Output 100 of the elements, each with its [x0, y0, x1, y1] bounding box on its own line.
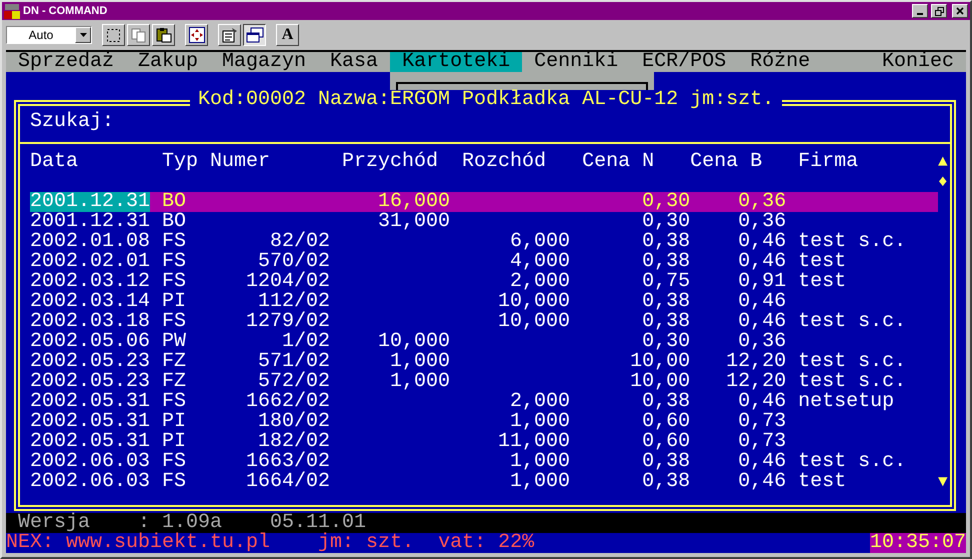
table-cell-text: 10,000 — [497, 312, 570, 332]
table-row[interactable]: 2001.12.31 BO 16,000 0,30 0,36 — [30, 192, 938, 212]
table-cell-text: 10,000 — [497, 292, 570, 312]
search-label: Szukaj: — [30, 110, 114, 133]
close-button[interactable] — [952, 4, 968, 18]
menu-item[interactable]: Różne — [738, 52, 822, 72]
table-cell-text: test — [797, 252, 848, 272]
menu-item[interactable]: Cenniki — [522, 52, 630, 72]
menu-item[interactable]: Koniec — [870, 52, 966, 72]
table-cell-text: 0,60 — [641, 412, 690, 432]
table-cell-text: 0,38 — [641, 392, 690, 412]
table-cell-text: 0,60 — [641, 432, 690, 452]
table-cell-text: 0,30 — [642, 332, 690, 352]
table-row[interactable]: 2002.05.06 PW 1/02 10,000 0,30 0,36 — [30, 332, 938, 352]
table-cell-text: 82/02 — [270, 232, 330, 252]
table-row[interactable]: 2002.05.31 PI 182/02 11,000 0,60 0,73 — [30, 432, 938, 452]
table-cell-text: 12,20 — [725, 352, 786, 372]
table-row[interactable]: 2002.05.23 FZ 571/02 1,000 10,00 12,20 test s.c. — [30, 352, 938, 372]
table-row[interactable]: 2002.01.08 FS 82/02 6,000 0,38 0,46 test s.c. — [30, 232, 938, 252]
table-cell: FZ — [162, 352, 186, 372]
menu-item[interactable]: Kasa — [318, 52, 390, 72]
table-row[interactable]: 2002.06.03 FS 1663/02 1,000 0,38 0,46 test s.c. — [30, 452, 938, 472]
table-cell: 2002.02.01 — [30, 252, 150, 272]
toolbar-button[interactable] — [243, 24, 266, 46]
table-row[interactable]: 2002.03.14 PI 112/02 10,000 0,38 0,46 — [30, 292, 938, 312]
table-cell-text: test s.c. — [797, 452, 908, 472]
table-cell-text: 2,000 — [509, 392, 570, 412]
table-cell-text: 1,000 — [509, 452, 570, 472]
table-cell-text: 180/02 — [257, 412, 330, 432]
table-cell-text: test s.c. — [797, 372, 908, 392]
table-row[interactable]: 2002.05.31 FS 1662/02 2,000 0,38 0,46 netsetup — [30, 392, 938, 412]
table-cell-text: 4,000 — [509, 252, 570, 272]
table-row[interactable]: 2002.06.03 FS 1664/02 1,000 0,38 0,46 test — [30, 472, 938, 492]
table-cell: 2002.06.03 — [30, 472, 150, 492]
table-cell-text: 0,46 — [737, 292, 786, 312]
table-cell-text: 0,46 — [737, 472, 786, 492]
table-cell-text: 0,38 — [641, 312, 690, 332]
table-cell-text: 6,000 — [509, 232, 570, 252]
table-cell-text: 16,000 — [377, 192, 450, 212]
table-row[interactable]: 2002.05.31 PI 180/02 1,000 0,60 0,73 — [30, 412, 938, 432]
column-header: Data — [30, 152, 80, 172]
close-icon — [956, 7, 964, 15]
menu-item[interactable]: Magazyn — [210, 52, 318, 72]
table-cell: FS — [162, 392, 186, 412]
table-cell: FS — [162, 452, 186, 472]
scroll-up-arrow[interactable]: ▲ — [938, 152, 950, 172]
table-cell: 2002.06.03 — [30, 452, 150, 472]
minimize-button[interactable] — [912, 4, 928, 18]
move-arrows-icon — [188, 27, 204, 43]
table-cell-text: 1/02 — [282, 332, 330, 352]
table-cell: FS — [162, 472, 186, 492]
menu-item[interactable]: Zakup — [126, 52, 210, 72]
table-cell: 2002.05.06 — [30, 332, 150, 352]
table-cell-text: 31,000 — [377, 212, 450, 232]
restore-button[interactable] — [931, 4, 947, 18]
scroll-thumb[interactable]: ♦ — [938, 172, 950, 192]
menu-item[interactable]: Kartoteki — [390, 52, 522, 72]
table-cell-text: 1204/02 — [245, 272, 330, 292]
table-cell-text: 0,46 — [737, 392, 786, 412]
windows-icon — [246, 27, 264, 43]
table-cell-text: 0,30 — [641, 212, 690, 232]
menu-item[interactable]: Sprzedaż — [6, 52, 126, 72]
table-cell-text: 1662/02 — [245, 392, 330, 412]
table-cell: PI — [162, 292, 186, 312]
table-row[interactable]: 2002.05.23 FZ 572/02 1,000 10,00 12,20 test s.c. — [30, 372, 938, 392]
table-cell-text: 182/02 — [258, 432, 330, 452]
scroll-down-arrow[interactable]: ▼ — [938, 472, 950, 492]
table-cell: 2001.12.31 — [30, 192, 150, 212]
table-cell-text: 0,73 — [737, 412, 786, 432]
font-button[interactable]: A — [276, 24, 299, 46]
table-cell-text: 0,38 — [641, 472, 690, 492]
table-cell-text: 0,36 — [737, 212, 786, 232]
font-size-dropdown[interactable]: Auto — [6, 26, 92, 44]
table-cell-text: test — [797, 472, 848, 492]
column-header: Cena N — [581, 152, 656, 172]
table-cell-text: 0,38 — [641, 452, 690, 472]
table-cell-text: 0,73 — [737, 432, 786, 452]
table-row[interactable]: 2002.03.12 FS 1204/02 2,000 0,75 0,91 test — [30, 272, 938, 292]
table-row[interactable]: 2002.03.18 FS 1279/02 10,000 0,38 0,46 test s.c. — [30, 312, 938, 332]
table-cell-text: 12,20 — [725, 372, 786, 392]
table-cell-text: 10,000 — [377, 332, 450, 352]
column-header: Przychód — [341, 152, 440, 172]
table-cell: PW — [162, 332, 186, 352]
table-cell-text: 1664/02 — [245, 472, 330, 492]
clock: 10:35:07 — [870, 533, 966, 553]
table-cell-text: 0,46 — [737, 452, 786, 472]
table-cell-text: 572/02 — [258, 372, 330, 392]
table-row[interactable]: 2002.02.01 FS 570/02 4,000 0,38 0,46 test — [30, 252, 938, 272]
table-cell-text: 112/02 — [258, 292, 330, 312]
table-cell-text: 0,75 — [641, 272, 690, 292]
menu-item[interactable]: ECR/POS — [630, 52, 738, 72]
selection-icon — [106, 28, 121, 42]
table-cell: 2002.05.23 — [30, 352, 150, 372]
table-cell: PI — [162, 432, 186, 452]
column-header: Cena B — [690, 152, 764, 172]
table-cell: FS — [162, 232, 186, 252]
table-row[interactable]: 2001.12.31 BO 31,000 0,30 0,36 — [30, 212, 938, 232]
ms-dos-icon — [4, 3, 20, 19]
table-cell-text: 0,91 — [737, 272, 786, 292]
table-cell-text: 0,46 — [737, 312, 786, 332]
